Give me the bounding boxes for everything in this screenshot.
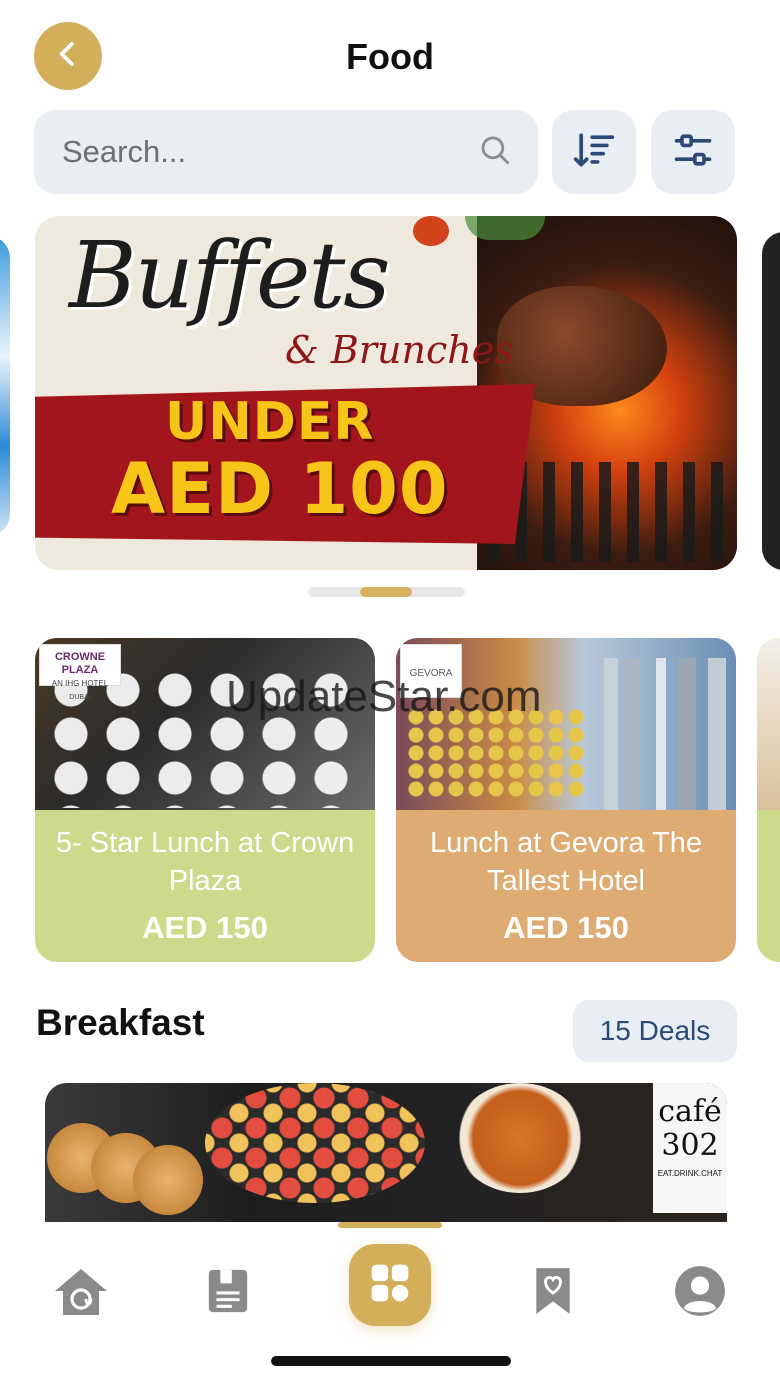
active-tab-indicator <box>338 1222 442 1228</box>
carousel-next-peek[interactable] <box>762 232 780 570</box>
user-avatar-icon <box>674 1265 726 1322</box>
document-icon <box>205 1268 251 1319</box>
hero-carousel[interactable]: Buffets & Brunches UNDER AED 100 <box>0 214 780 572</box>
filter-button[interactable] <box>651 110 735 194</box>
carousel-indicator <box>308 587 465 597</box>
breakfast-card[interactable]: café 302 EAT.DRINK.CHAT <box>45 1083 727 1223</box>
pancake-image <box>133 1145 203 1215</box>
fruit-bowl-image <box>205 1083 425 1203</box>
deal-title: 5- Star Lunch at Crown Plaza <box>55 827 355 897</box>
banner-price: AED 100 <box>111 448 449 530</box>
herb-decoration <box>465 216 545 240</box>
deal-card-peek[interactable] <box>757 638 780 962</box>
section-title: Breakfast <box>36 1002 205 1043</box>
sort-icon <box>572 128 616 177</box>
carousel-prev-peek[interactable] <box>0 236 10 536</box>
page-title: Food <box>346 36 434 77</box>
tab-favorites[interactable] <box>518 1258 588 1328</box>
deal-image: CROWNE PLAZA AN IHG HOTEL DUBAI <box>35 638 375 810</box>
banner-subtitle: & Brunches <box>285 328 514 372</box>
tab-categories[interactable] <box>349 1244 431 1326</box>
grid-icon <box>368 1261 412 1310</box>
cafe-logo: café 302 EAT.DRINK.CHAT <box>653 1083 727 1213</box>
city-skyline <box>596 658 736 810</box>
tab-home[interactable] <box>46 1258 116 1328</box>
search-icon[interactable] <box>478 133 512 172</box>
tab-vouchers[interactable] <box>193 1258 263 1328</box>
deal-image: GEVORA <box>396 638 736 810</box>
carousel-indicator-active <box>360 587 412 597</box>
search-bar[interactable] <box>34 110 538 194</box>
tomato-decoration <box>413 216 449 246</box>
tab-profile[interactable] <box>665 1258 735 1328</box>
sliders-icon <box>671 128 715 177</box>
deal-price: AED 150 <box>142 910 268 945</box>
banner-line1: UNDER <box>165 392 375 452</box>
search-input[interactable] <box>62 134 478 170</box>
hero-banner[interactable]: Buffets & Brunches UNDER AED 100 <box>35 216 737 570</box>
hotel-logo: CROWNE PLAZA AN IHG HOTEL DUBAI <box>39 644 121 701</box>
banner-title: Buffets <box>69 222 391 329</box>
header: Food <box>0 0 780 105</box>
sort-button[interactable] <box>552 110 636 194</box>
deal-image <box>757 638 780 810</box>
home-indicator <box>271 1356 511 1366</box>
home-icon <box>51 1265 111 1322</box>
deals-count-button[interactable]: 15 Deals <box>573 1000 737 1062</box>
watermark: UpdateStar.com <box>226 672 542 721</box>
curry-bowl-image <box>455 1083 585 1193</box>
heart-bookmark-icon <box>532 1266 574 1321</box>
deal-title: Lunch at Gevora The Tallest Hotel <box>430 827 702 897</box>
deal-price: AED 150 <box>503 910 629 945</box>
